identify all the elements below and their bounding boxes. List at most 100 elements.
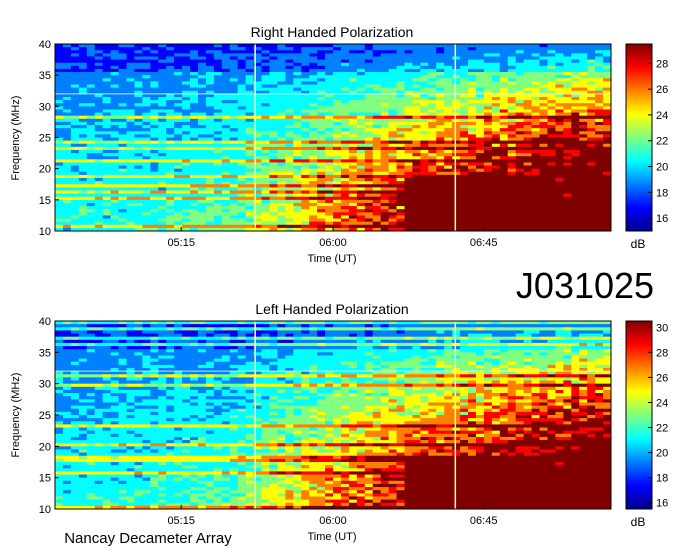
colorbar-tick-label: 24 — [656, 110, 668, 122]
spectrogram-cell — [70, 72, 80, 76]
spectrogram-cell — [491, 212, 501, 216]
spectrogram-cell — [388, 349, 397, 353]
spectrogram-cell — [491, 342, 501, 347]
spectrogram-cell — [595, 346, 604, 350]
spectrogram-cell — [523, 171, 532, 176]
spectrogram-cell — [309, 87, 318, 92]
spectrogram-cell — [55, 84, 64, 88]
spectrogram-cell — [158, 349, 167, 353]
spectrogram-cell — [531, 153, 540, 157]
spectrogram-cell — [150, 333, 159, 337]
spectrogram-cell — [468, 156, 477, 160]
spectrogram-cell — [261, 128, 270, 132]
spectrogram-cell — [166, 65, 175, 70]
spectrogram-cell — [213, 336, 223, 341]
spectrogram-cell — [237, 53, 246, 57]
spectrogram-cell — [55, 327, 64, 331]
spectrogram-cell — [491, 62, 501, 67]
spectrogram-cell — [388, 87, 397, 92]
spectrogram-cell — [205, 81, 215, 85]
spectrogram-cell — [436, 171, 445, 176]
spectrogram-cell — [174, 174, 183, 179]
spectrogram-cell — [158, 65, 167, 70]
spectrogram-cell — [475, 68, 485, 73]
spectrogram-cell — [205, 78, 215, 82]
spectrogram-cell — [245, 218, 254, 222]
spectrogram-cell — [404, 72, 413, 76]
spectrogram-cell — [221, 125, 231, 129]
spectrogram-cell — [134, 333, 143, 337]
spectrogram-cell — [134, 190, 143, 194]
spectrogram-cell — [372, 339, 381, 344]
spectrogram-cell — [523, 143, 532, 148]
spectrogram-cell — [475, 159, 485, 163]
spectrogram-cell — [55, 193, 64, 198]
spectrogram-cell — [364, 78, 374, 82]
spectrogram-cell — [102, 178, 111, 182]
spectrogram-cell — [102, 47, 111, 51]
spectrogram-cell — [340, 324, 350, 328]
spectrogram-cell — [78, 134, 88, 138]
spectrogram-cell — [356, 206, 366, 210]
spectrogram-cell — [78, 106, 88, 110]
spectrogram-cell — [404, 346, 413, 350]
spectrogram-cell — [475, 174, 485, 179]
spectrogram-cell — [118, 146, 127, 151]
spectrogram-cell — [317, 327, 326, 331]
spectrogram-cell — [301, 209, 310, 213]
spectrogram-cell — [380, 131, 389, 135]
spectrogram-cell — [507, 209, 516, 213]
spectrogram-cell — [110, 50, 119, 54]
spectrogram-cell — [94, 349, 103, 353]
spectrogram-cell — [213, 72, 223, 76]
spectrogram-cell — [547, 336, 556, 341]
spectrogram-cell — [380, 324, 389, 328]
spectrogram-cell — [197, 131, 207, 135]
spectrogram-cell — [285, 125, 294, 129]
spectrogram-cell — [428, 202, 437, 207]
spectrogram-cell — [491, 162, 501, 166]
spectrogram-cell — [134, 137, 143, 141]
spectrogram-cell — [388, 65, 397, 70]
spectrogram-cell — [348, 59, 358, 63]
spectrogram-cell — [515, 215, 524, 219]
spectrogram-cell — [78, 81, 88, 85]
spectrogram-cell — [539, 68, 548, 73]
spectrogram-cell — [539, 100, 548, 104]
spectrogram-cell — [70, 137, 80, 141]
spectrogram-cell — [563, 47, 572, 51]
spectrogram-cell — [142, 96, 151, 101]
spectrogram-cell — [340, 168, 350, 173]
spectrogram-cell — [229, 87, 238, 92]
spectrogram-cell — [563, 321, 572, 325]
spectrogram-cell — [460, 47, 469, 51]
spectrogram-cell — [460, 181, 469, 185]
spectrogram-cell — [261, 327, 270, 331]
spectrogram-cell — [86, 342, 96, 347]
spectrogram-cell — [396, 65, 405, 70]
spectrogram-cell — [158, 146, 167, 151]
spectrogram-cell — [269, 184, 278, 188]
spectrogram-cell — [134, 193, 143, 198]
spectrogram-cell — [110, 112, 119, 116]
spectrogram-cell — [499, 187, 509, 191]
spectrogram-cell — [301, 128, 310, 132]
spectrogram-cell — [523, 321, 532, 325]
spectrogram-cell — [134, 115, 143, 120]
spectrogram-cell — [563, 218, 572, 222]
spectrogram-cell — [396, 196, 405, 201]
spectrogram-cell — [213, 149, 223, 154]
spectrogram-cell — [579, 171, 588, 176]
spectrogram-cell — [396, 78, 405, 82]
spectrogram-cell — [126, 196, 135, 201]
spectrogram-cell — [523, 96, 532, 101]
spectrogram-cell — [587, 159, 596, 163]
spectrogram-cell — [86, 59, 96, 63]
spectrogram-cell — [102, 153, 111, 157]
spectrogram-cell — [603, 50, 612, 54]
spectrogram-cell — [356, 65, 366, 70]
spectrogram-cell — [571, 81, 580, 85]
y-tick-label: 15 — [39, 195, 51, 207]
spectrogram-cell — [547, 346, 556, 350]
spectrogram-cell — [364, 47, 374, 51]
